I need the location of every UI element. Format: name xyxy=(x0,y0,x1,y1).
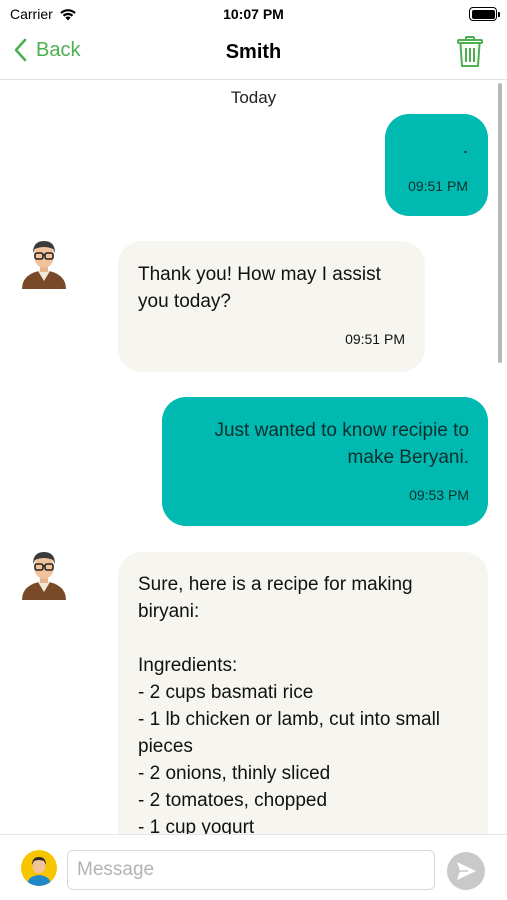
contact-avatar-icon xyxy=(22,552,66,600)
trash-icon xyxy=(457,36,483,67)
navigation-bar: Back Smith xyxy=(0,28,507,80)
chat-scroll-area[interactable]: Today . 09:51 PM Thank you! How may I as… xyxy=(0,81,507,834)
message-time: 09:53 PM xyxy=(409,487,469,503)
message-bubble-incoming[interactable]: Thank you! How may I assist you today? 0… xyxy=(118,241,425,372)
message-bubble-outgoing[interactable]: . 09:51 PM xyxy=(385,114,488,216)
battery-icon xyxy=(469,7,500,21)
message-composer xyxy=(0,834,507,900)
message-text: Just wanted to know recipie to make Bery… xyxy=(214,420,469,468)
status-time: 10:07 PM xyxy=(223,6,284,22)
status-bar: Carrier 10:07 PM xyxy=(0,0,507,28)
delete-chat-button[interactable] xyxy=(457,36,483,73)
message-input[interactable] xyxy=(67,850,435,890)
user-avatar-icon[interactable] xyxy=(21,850,57,886)
scrollbar[interactable] xyxy=(498,83,502,363)
message-bubble-outgoing[interactable]: Just wanted to know recipie to make Bery… xyxy=(162,397,488,526)
message-text: Sure, here is a recipe for making biryan… xyxy=(138,574,441,834)
send-icon xyxy=(457,862,476,880)
message-text: Thank you! How may I assist you today? xyxy=(138,264,381,312)
send-button[interactable] xyxy=(447,852,485,890)
message-time: 09:51 PM xyxy=(345,331,405,347)
page-title: Smith xyxy=(225,41,282,63)
message-bubble-incoming[interactable]: Sure, here is a recipe for making biryan… xyxy=(118,552,488,834)
message-text: . xyxy=(462,137,468,158)
contact-avatar-icon xyxy=(22,241,66,289)
message-time: 09:51 PM xyxy=(408,178,468,194)
user-avatar-graphic xyxy=(27,857,51,886)
date-header: Today xyxy=(230,88,277,107)
